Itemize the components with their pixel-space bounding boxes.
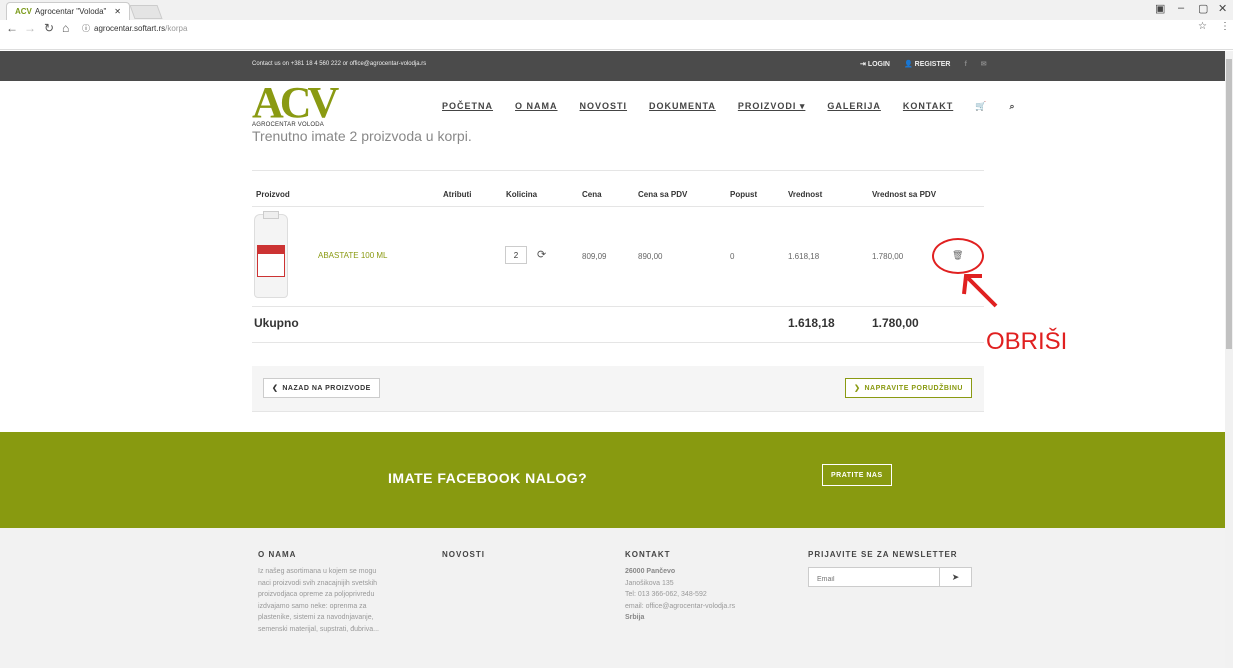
annotation-circle — [932, 238, 984, 274]
site-footer: O NAMA Iz našeg asortimana u kojem se mo… — [0, 528, 1225, 668]
bookmark-star-icon[interactable]: ☆ — [1198, 21, 1207, 32]
divider — [252, 206, 984, 207]
col-header-price: Cena — [582, 190, 602, 199]
col-header-attr: Atributi — [443, 190, 472, 199]
total-value-vat: 1.780,00 — [872, 316, 919, 330]
footer-news-title: NOVOSTI — [442, 550, 486, 559]
back-label: NAZAD NA PROIZVODE — [282, 384, 371, 392]
new-tab-button[interactable] — [129, 5, 163, 19]
scrollbar-thumb[interactable] — [1226, 59, 1232, 349]
url-input[interactable]: ⓘ agrocentar.softart.rs/korpa — [82, 21, 1217, 35]
item-discount: 0 — [730, 252, 735, 261]
place-order-button[interactable]: ❯ NAPRAVITE PORUDŽBINU — [845, 378, 972, 398]
address-bar: ← → ↻ ⌂ ⓘ agrocentar.softart.rs/korpa ☆ ⋮ — [0, 20, 1233, 50]
product-name-link[interactable]: ABASTATE 100 ML — [318, 251, 388, 260]
cart-note: Trenutno imate 2 proizvoda u korpi. — [252, 128, 472, 144]
scrollbar[interactable] — [1225, 51, 1233, 668]
menu-kebab-icon[interactable]: ⋮ — [1220, 21, 1230, 32]
mail-icon[interactable]: ✉ — [981, 60, 987, 68]
cart-actions: ❮ NAZAD NA PROIZVODE ❯ NAPRAVITE PORUDŽBIN… — [252, 366, 984, 412]
col-header-product: Proizvod — [256, 190, 290, 199]
total-value: 1.618,18 — [788, 316, 835, 330]
forward-icon[interactable]: → — [24, 21, 36, 35]
back-icon[interactable]: ← — [6, 21, 18, 35]
browser-tabbar: ACV Agrocentar "Voloda" ✕ ▣ – ▢ ✕ — [0, 0, 1233, 20]
divider — [252, 306, 984, 307]
info-icon: ⓘ — [82, 23, 90, 33]
home-icon[interactable]: ⌂ — [62, 21, 69, 35]
chevron-right-icon: ❯ — [854, 385, 861, 392]
facebook-band: IMATE FACEBOOK NALOG? PRATITE NAS — [0, 432, 1225, 528]
col-header-price-vat: Cena sa PDV — [638, 190, 688, 199]
login-link[interactable]: ⇥ LOGIN — [860, 60, 890, 68]
close-window-icon[interactable]: ✕ — [1218, 2, 1227, 15]
chevron-left-icon: ❮ — [272, 385, 279, 392]
divider — [252, 342, 984, 343]
menu-item-o-nama[interactable]: O NAMA — [515, 101, 558, 112]
browser-tab[interactable]: ACV Agrocentar "Voloda" ✕ — [6, 2, 130, 20]
reload-icon[interactable]: ↻ — [44, 21, 54, 35]
maximize-icon[interactable]: ▢ — [1198, 2, 1208, 15]
col-header-value-vat: Vrednost sa PDV — [872, 190, 937, 199]
footer-about-title: O NAMA — [258, 550, 297, 559]
item-value: 1.618,18 — [788, 252, 820, 261]
register-link[interactable]: 👤 REGISTER — [904, 60, 950, 68]
main-menu: POČETNA O NAMA NOVOSTI DOKUMENTA PROIZVO… — [442, 101, 1016, 112]
footer-contact-title: KONTAKT — [625, 550, 671, 559]
divider — [252, 170, 984, 171]
item-price-vat: 890,00 — [638, 252, 663, 261]
contact-info: Contact us on +381 18 4 560 222 or offic… — [252, 61, 427, 67]
url-domain: agrocentar.softart.rs — [94, 23, 166, 33]
menu-item-proizvodi[interactable]: PROIZVODI ▾ — [738, 101, 806, 112]
menu-item-dokumenta[interactable]: DOKUMENTA — [649, 101, 716, 112]
profile-icon[interactable]: ▣ — [1155, 2, 1165, 15]
favicon-icon: ACV — [15, 7, 32, 16]
search-icon[interactable]: ⌕ — [1009, 101, 1015, 112]
footer-contact-text: 26000 Pančevo Janošikova 135 Tel: 013 366-… — [625, 568, 736, 621]
item-price: 809,09 — [582, 252, 607, 261]
newsletter-email-input[interactable] — [809, 570, 939, 589]
register-label: REGISTER — [914, 61, 951, 68]
cart-icon[interactable]: 🛒 — [975, 101, 987, 112]
col-header-qty: Kolicina — [506, 190, 538, 199]
menu-item-kontakt[interactable]: KONTAKT — [903, 101, 953, 112]
facebook-icon[interactable]: f — [964, 61, 966, 68]
facebook-question: IMATE FACEBOOK NALOG? — [388, 470, 588, 486]
total-label: Ukupno — [254, 316, 299, 330]
quantity-input[interactable]: 2 — [505, 246, 527, 264]
annotation-arrow — [962, 274, 998, 308]
col-header-value: Vrednost — [788, 190, 823, 199]
minimize-icon[interactable]: – — [1178, 2, 1184, 14]
login-label: LOGIN — [867, 61, 890, 68]
order-label: NAPRAVITE PORUDŽBINU — [864, 384, 963, 392]
footer-newsletter-title: PRIJAVITE SE ZA NEWSLETTER — [808, 550, 958, 559]
product-image[interactable] — [254, 211, 288, 298]
site-logo[interactable]: ACV AGROCENTAR VOLODA — [252, 78, 339, 129]
newsletter-form: ➤ — [808, 567, 972, 589]
site-topbar: Contact us on +381 18 4 560 222 or offic… — [0, 51, 1225, 81]
menu-item-novosti[interactable]: NOVOSTI — [580, 101, 628, 112]
follow-us-button[interactable]: PRATITE NAS — [822, 464, 892, 486]
col-header-discount: Popust — [730, 190, 758, 199]
menu-item-pocetna[interactable]: POČETNA — [442, 101, 493, 112]
item-value-vat: 1.780,00 — [872, 252, 904, 261]
url-path: /korpa — [165, 23, 188, 33]
menu-item-galerija[interactable]: GALERIJA — [827, 101, 881, 112]
footer-about-text: Iz našeg asortimana u kojem se mogu naci … — [258, 568, 379, 633]
annotation-label: OBRIŠI — [986, 328, 1068, 355]
send-icon[interactable]: ➤ — [939, 568, 971, 586]
back-to-products-button[interactable]: ❮ NAZAD NA PROIZVODE — [263, 378, 380, 398]
close-tab-icon[interactable]: ✕ — [114, 7, 121, 16]
refresh-icon[interactable]: ⟳ — [537, 248, 546, 261]
logo-mark: ACV — [252, 78, 339, 127]
tab-title: Agrocentar "Voloda" — [34, 7, 107, 16]
